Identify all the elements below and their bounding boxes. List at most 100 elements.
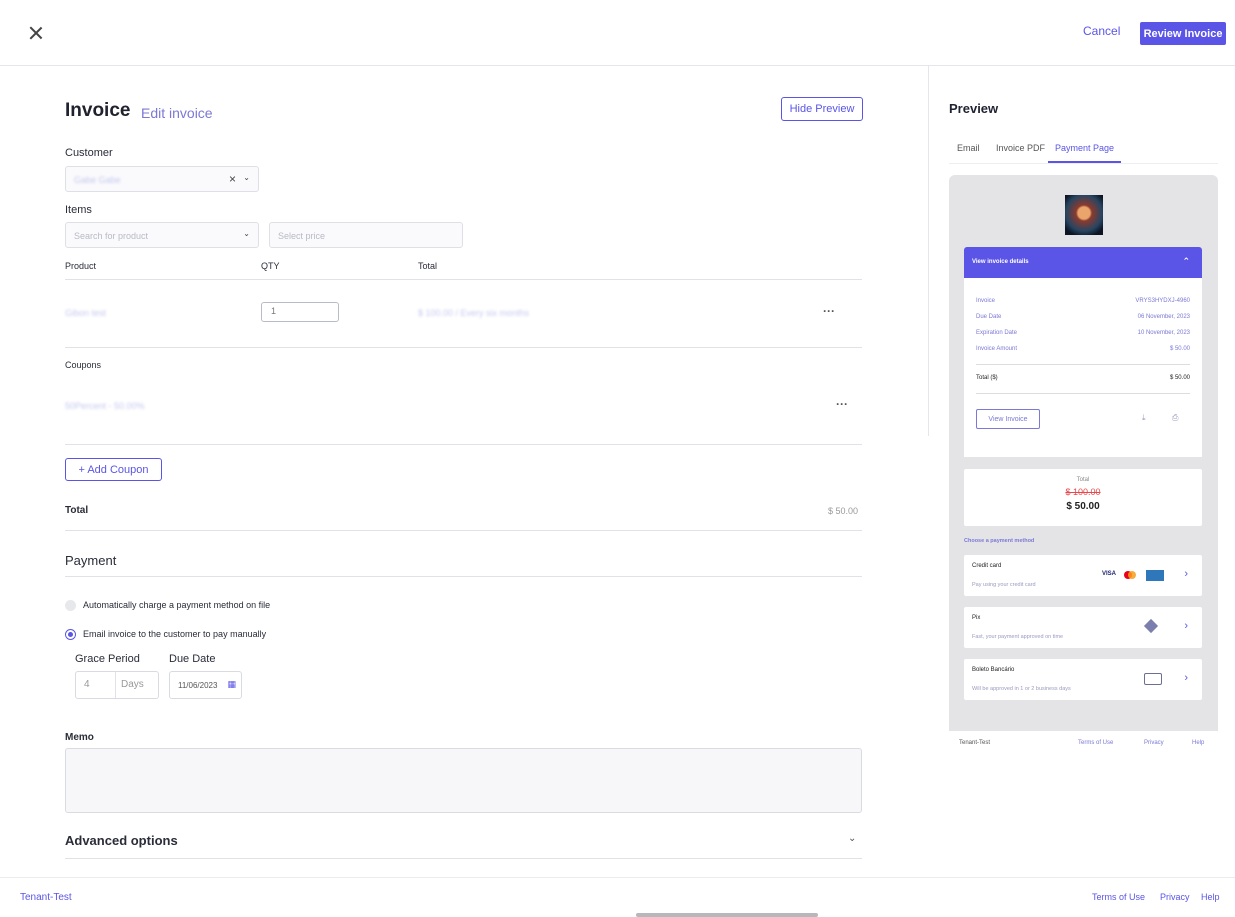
- preview-footer-help[interactable]: Help: [1192, 740, 1204, 746]
- footer-terms-link[interactable]: Terms of Use: [1092, 892, 1145, 902]
- auto-charge-radio[interactable]: [65, 600, 76, 611]
- chevron-down-icon[interactable]: ⌄: [243, 229, 250, 238]
- chevron-down-icon[interactable]: ⌄: [848, 833, 856, 844]
- method-subtitle: Pay using your credit card: [972, 582, 1036, 588]
- print-icon[interactable]: ⎙: [1172, 413, 1178, 423]
- coupon-more-icon[interactable]: ···: [836, 397, 848, 411]
- view-details-label: View invoice details: [972, 259, 1029, 265]
- payment-method-pix[interactable]: Pix Fast, your payment approved on time …: [964, 607, 1202, 648]
- chevron-up-icon[interactable]: ⌃: [1182, 256, 1190, 267]
- detail-total-row: Total ($) $ 50.00: [976, 375, 1190, 381]
- due-date-label: Due Date: [169, 653, 216, 665]
- page-subtitle: Edit invoice: [141, 105, 213, 121]
- price-placeholder: Select price: [278, 231, 326, 241]
- download-icon[interactable]: ⤓: [1142, 413, 1146, 423]
- footer-tenant: Tenant-Test: [20, 892, 72, 903]
- method-subtitle: Fast, your payment approved on time: [972, 634, 1064, 640]
- cancel-button[interactable]: Cancel: [1083, 24, 1120, 38]
- divider: [976, 364, 1190, 365]
- tenant-logo: [1065, 195, 1103, 235]
- preview-tabs: Email Invoice PDF Payment Page: [949, 143, 1218, 164]
- review-invoice-button[interactable]: Review Invoice: [1140, 22, 1226, 45]
- preview-heading: Preview: [949, 101, 999, 116]
- close-icon[interactable]: [27, 24, 45, 42]
- calendar-icon[interactable]: ▦: [227, 679, 236, 690]
- grace-period-field[interactable]: 4 Days: [75, 671, 159, 699]
- divider: [65, 347, 862, 348]
- amex-icon: [1146, 570, 1164, 581]
- view-invoice-button[interactable]: View Invoice: [976, 409, 1040, 429]
- field-separator: [115, 672, 116, 698]
- detail-row: Expiration Date 10 November, 2023: [976, 330, 1190, 336]
- email-invoice-label: Email invoice to the customer to pay man…: [83, 629, 267, 639]
- horizontal-scrollbar[interactable]: [636, 913, 818, 917]
- boleto-icon: [1144, 673, 1162, 685]
- tab-invoice-pdf[interactable]: Invoice PDF: [996, 143, 1045, 153]
- chevron-right-icon[interactable]: ›: [1184, 568, 1188, 580]
- row-product: Gibon test: [65, 308, 107, 318]
- row-more-icon[interactable]: ···: [823, 304, 835, 318]
- add-coupon-button[interactable]: + Add Coupon: [65, 458, 162, 481]
- column-product: Product: [65, 261, 97, 271]
- grace-period-value[interactable]: 4: [84, 679, 90, 690]
- tab-email[interactable]: Email: [957, 143, 980, 153]
- divider: [976, 393, 1190, 394]
- divider: [65, 444, 862, 445]
- total-label: Total: [65, 505, 89, 516]
- view-invoice-details-toggle[interactable]: View invoice details ⌃: [964, 247, 1202, 278]
- top-bar: Cancel Review Invoice: [0, 0, 1235, 66]
- method-title: Pix: [972, 615, 981, 621]
- preview-footer-privacy[interactable]: Privacy: [1144, 740, 1164, 746]
- chevron-down-icon[interactable]: ⌄: [243, 173, 250, 182]
- advanced-options-toggle[interactable]: Advanced options: [65, 833, 178, 848]
- hide-preview-button[interactable]: Hide Preview: [781, 97, 863, 121]
- detail-row: Due Date 06 November, 2023: [976, 314, 1190, 320]
- product-search-placeholder: Search for product: [74, 231, 149, 241]
- preview-footer: Tenant-Test Terms of Use Privacy Help: [949, 731, 1218, 757]
- method-title: Credit card: [972, 563, 1002, 569]
- price-select[interactable]: Select price: [269, 222, 463, 248]
- payment-method-boleto[interactable]: Boleto Bancário Will be approved in 1 or…: [964, 659, 1202, 700]
- email-invoice-radio[interactable]: [65, 629, 76, 640]
- column-total: Total: [418, 261, 438, 271]
- chevron-right-icon[interactable]: ›: [1184, 620, 1188, 632]
- detail-row: Invoice Amount $ 50.00: [976, 346, 1190, 352]
- product-search-input[interactable]: Search for product ⌄: [65, 222, 259, 248]
- payment-heading: Payment: [65, 553, 117, 568]
- grace-unit: Days: [121, 679, 144, 690]
- preview-footer-tenant: Tenant-Test: [959, 740, 991, 746]
- footer-help-link[interactable]: Help: [1201, 892, 1220, 902]
- coupon-value: 50Percent - 50.00%: [65, 401, 145, 411]
- quantity-input[interactable]: 1: [261, 302, 339, 322]
- add-coupon-label: Add Coupon: [87, 463, 149, 476]
- grace-period-label: Grace Period: [75, 653, 140, 665]
- column-qty: QTY: [261, 261, 280, 271]
- tab-payment-page[interactable]: Payment Page: [1048, 143, 1122, 163]
- due-date-input[interactable]: 11/06/2023 ▦: [169, 671, 242, 699]
- items-label: Items: [65, 204, 92, 216]
- preview-footer-terms[interactable]: Terms of Use: [1078, 740, 1113, 746]
- footer-privacy-link[interactable]: Privacy: [1160, 892, 1190, 902]
- chevron-right-icon[interactable]: ›: [1184, 672, 1188, 684]
- panel-divider: [928, 66, 929, 436]
- divider: [65, 530, 862, 531]
- summary-label: Total: [1076, 477, 1090, 483]
- customer-select[interactable]: Gabe Gabe × ⌄: [65, 166, 259, 192]
- coupons-label: Coupons: [65, 360, 102, 370]
- customer-value: Gabe Gabe: [74, 175, 121, 185]
- due-date-value: 11/06/2023: [178, 681, 218, 690]
- memo-label: Memo: [65, 732, 94, 743]
- memo-textarea[interactable]: [65, 748, 862, 813]
- visa-icon: VISA: [1102, 571, 1117, 577]
- detail-row: Invoice VRYS3HYDXJ-4960: [976, 298, 1190, 304]
- choose-payment-label: Choose a payment method: [964, 538, 1035, 544]
- invoice-details: Invoice VRYS3HYDXJ-4960 Due Date 06 Novemb…: [964, 278, 1202, 457]
- page-footer: Tenant-Test Terms of Use Privacy Help: [0, 877, 1235, 917]
- total-value: $ 50.00: [828, 506, 859, 516]
- method-title: Boleto Bancário: [972, 667, 1015, 673]
- divider: [65, 279, 862, 280]
- payment-method-credit-card[interactable]: Credit card Pay using your credit card V…: [964, 555, 1202, 596]
- clear-icon[interactable]: ×: [229, 172, 236, 186]
- row-total: $ 100.00 / Every six months: [418, 308, 530, 318]
- auto-charge-label: Automatically charge a payment method on…: [83, 600, 271, 610]
